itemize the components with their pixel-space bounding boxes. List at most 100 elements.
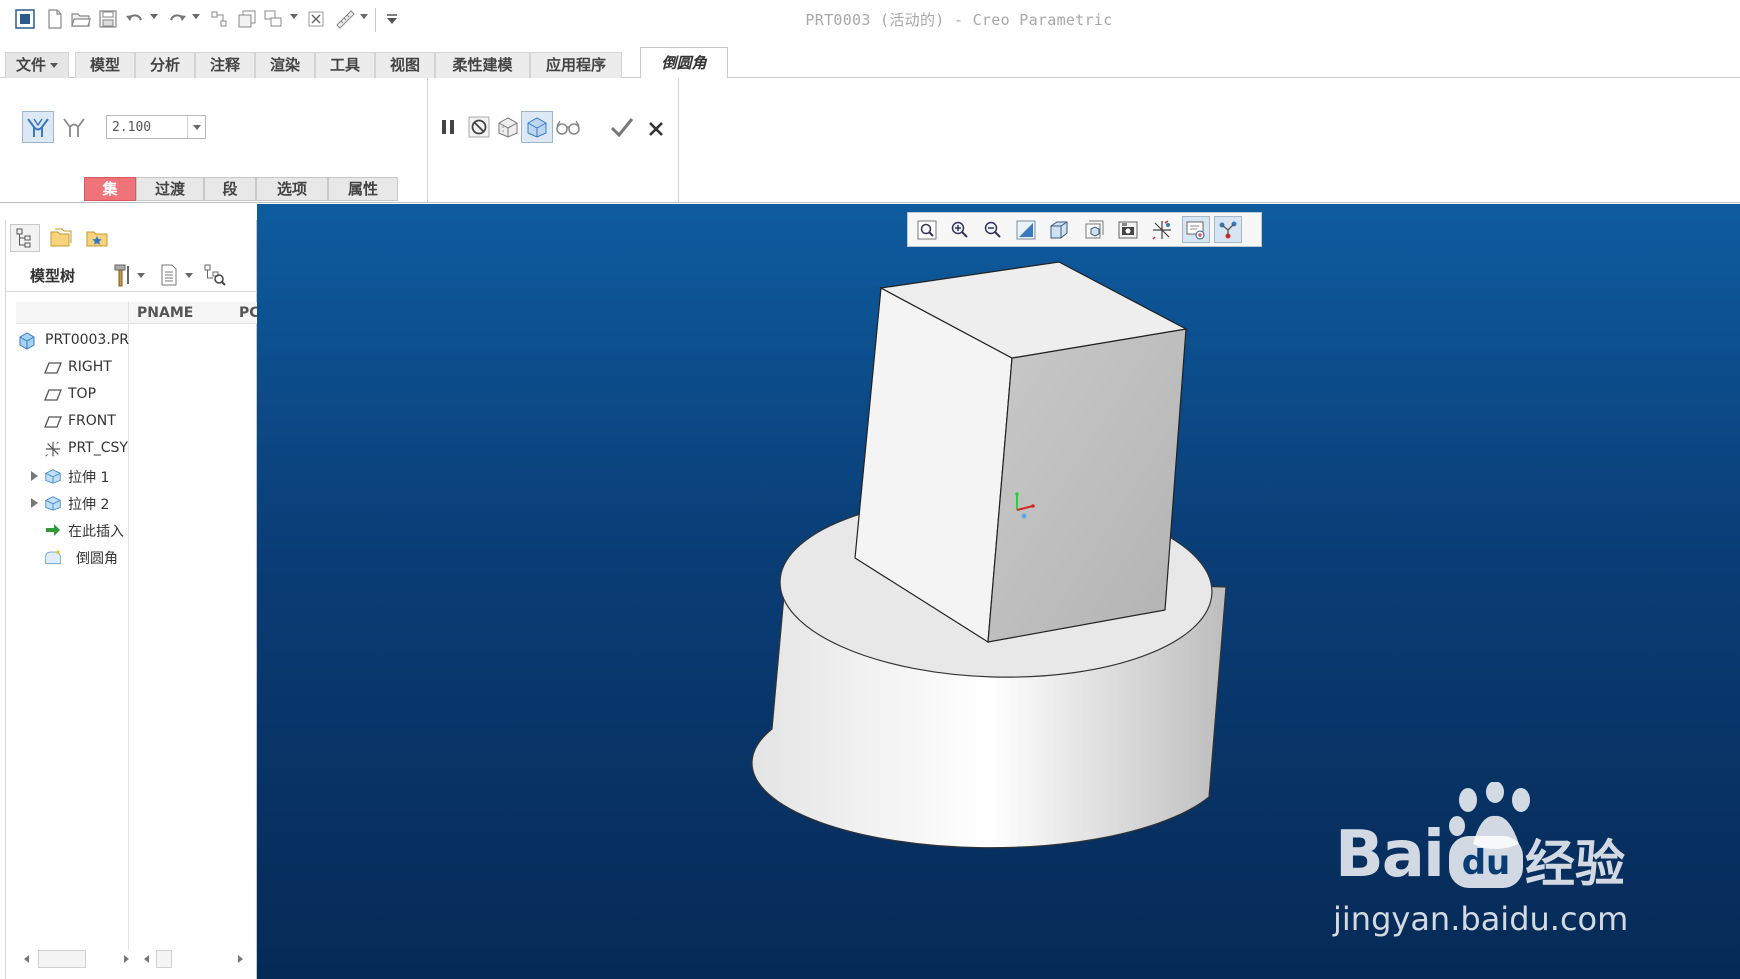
repaint-icon[interactable] bbox=[1012, 216, 1040, 243]
pause-icon[interactable] bbox=[432, 111, 464, 143]
tab-file[interactable]: 文件 bbox=[5, 52, 69, 78]
baidu-jingyan-watermark: Bai du 经验 jingyan.baidu.com bbox=[1325, 782, 1685, 942]
settings-hammer-icon[interactable] bbox=[110, 263, 136, 287]
datum-plane-icon bbox=[44, 413, 62, 431]
spin-center-icon[interactable] bbox=[1182, 216, 1210, 243]
tree-item-label: 拉伸 1 bbox=[68, 470, 110, 486]
glasses-preview-icon[interactable] bbox=[552, 111, 584, 143]
datum-display-filters-icon[interactable] bbox=[1148, 216, 1176, 243]
tab-tools[interactable]: 工具 bbox=[315, 52, 375, 78]
creo-app-window: PRT0003 (活动的) - Creo Parametric 文件 模型 分析… bbox=[0, 0, 1740, 979]
tree-item-label: RIGHT bbox=[68, 359, 112, 375]
tree-item-part[interactable]: PRT0003.PR bbox=[16, 327, 134, 355]
model-tree-toolbar: 模型树 bbox=[6, 258, 258, 292]
tab-view[interactable]: 视图 bbox=[375, 52, 435, 78]
scroll-left-icon[interactable] bbox=[18, 950, 34, 968]
tab-model[interactable]: 模型 bbox=[75, 52, 135, 78]
subtab-properties[interactable]: 属性 bbox=[328, 177, 398, 201]
window-title: PRT0003 (活动的) - Creo Parametric bbox=[805, 11, 1113, 29]
tab-flexible-modeling[interactable]: 柔性建模 bbox=[435, 52, 530, 78]
tree-item-front[interactable]: FRONT bbox=[16, 408, 134, 436]
display-style-icon[interactable] bbox=[1045, 216, 1073, 243]
tab-round[interactable]: 倒圆角 bbox=[640, 47, 728, 79]
zoom-in-icon[interactable] bbox=[946, 216, 974, 243]
constant-round-icon[interactable] bbox=[22, 111, 54, 143]
datum-plane-icon bbox=[44, 359, 62, 377]
watermark-brand-text: Bai bbox=[1335, 818, 1445, 892]
tab-applications[interactable]: 应用程序 bbox=[530, 52, 622, 78]
scroll-right-icon[interactable] bbox=[118, 950, 134, 968]
expand-arrow-icon[interactable] bbox=[31, 471, 38, 481]
view-toolbar bbox=[907, 212, 1262, 247]
saved-orientations-icon[interactable] bbox=[1080, 216, 1108, 243]
tree-item-round[interactable]: 倒圆角 bbox=[16, 543, 134, 571]
tree-item-label: PRT_CSY bbox=[68, 440, 128, 456]
column-pname[interactable]: PNAME bbox=[137, 305, 193, 321]
tree-item-label: 倒圆角 bbox=[76, 551, 118, 567]
subtab-transitions[interactable]: 过渡 bbox=[136, 177, 204, 201]
coordinate-system-icon bbox=[44, 440, 62, 458]
zoom-out-icon[interactable] bbox=[979, 216, 1007, 243]
separate-preview-icon[interactable] bbox=[492, 111, 524, 143]
chevron-down-icon[interactable] bbox=[187, 116, 205, 138]
round-tool-ribbon: 集 过渡 段 选项 属性 bbox=[0, 78, 1740, 203]
no-preview-icon[interactable] bbox=[463, 111, 495, 143]
tree-item-label: FRONT bbox=[68, 413, 116, 429]
tree-item-insert-here[interactable]: 在此插入 bbox=[16, 516, 134, 544]
du-paw-icon: du bbox=[1447, 834, 1525, 890]
round-feature-icon bbox=[44, 548, 62, 566]
favorites-tab-icon[interactable] bbox=[82, 224, 112, 252]
tree-filter-search-icon[interactable] bbox=[202, 263, 228, 287]
tab-annotate[interactable]: 注释 bbox=[195, 52, 255, 78]
tab-file-label: 文件 bbox=[15, 56, 46, 74]
scrollbar-thumb[interactable] bbox=[156, 950, 172, 968]
cancel-close-icon[interactable] bbox=[640, 113, 672, 145]
tree-item-csys[interactable]: PRT_CSY bbox=[16, 435, 134, 463]
show-dropdown-icon[interactable] bbox=[185, 273, 193, 278]
navigator-panel: 模型树 PNAME PC PRT0003.PR RIGHT TOP FRONT … bbox=[5, 220, 258, 979]
refit-icon[interactable] bbox=[913, 216, 941, 243]
tree-item-top[interactable]: TOP bbox=[16, 381, 134, 409]
scroll-right-icon[interactable] bbox=[232, 950, 248, 968]
watermark-url: jingyan.baidu.com bbox=[1333, 900, 1629, 938]
tree-item-label: 拉伸 2 bbox=[68, 497, 110, 513]
ok-check-icon[interactable] bbox=[606, 111, 638, 143]
settings-dropdown-icon[interactable] bbox=[137, 273, 145, 278]
tab-analysis[interactable]: 分析 bbox=[135, 52, 195, 78]
show-list-icon[interactable] bbox=[156, 263, 182, 287]
annotation-display-icon[interactable] bbox=[1214, 216, 1242, 243]
extrude-icon bbox=[44, 494, 62, 512]
insert-here-arrow-icon bbox=[44, 521, 62, 539]
tree-horizontal-scrollbar[interactable] bbox=[16, 950, 250, 968]
subtab-pieces[interactable]: 段 bbox=[204, 177, 256, 201]
model-tree-title: 模型树 bbox=[30, 267, 76, 285]
ribbon-separator bbox=[427, 78, 428, 202]
scroll-left-icon[interactable] bbox=[138, 950, 154, 968]
svg-text:du: du bbox=[1462, 843, 1511, 883]
full-round-icon[interactable] bbox=[58, 111, 90, 143]
tree-item-extrude-1[interactable]: 拉伸 1 bbox=[16, 462, 134, 490]
title-bar: PRT0003 (活动的) - Creo Parametric bbox=[0, 0, 1740, 40]
tree-item-extrude-2[interactable]: 拉伸 2 bbox=[16, 489, 134, 517]
box-right-face[interactable] bbox=[987, 328, 1187, 643]
ribbon-tab-bar: 文件 模型 分析 注释 渲染 工具 视图 柔性建模 应用程序 倒圆角 bbox=[0, 47, 1740, 79]
subtab-sets[interactable]: 集 bbox=[84, 177, 136, 201]
scrollbar-thumb[interactable] bbox=[38, 950, 86, 968]
tab-render[interactable]: 渲染 bbox=[255, 52, 315, 78]
column-pc[interactable]: PC bbox=[239, 305, 258, 321]
radius-combobox[interactable] bbox=[106, 115, 206, 139]
expand-arrow-icon[interactable] bbox=[31, 498, 38, 508]
part-icon bbox=[18, 332, 36, 350]
model-tree-tab-icon[interactable] bbox=[10, 224, 40, 252]
radius-input[interactable] bbox=[107, 116, 187, 138]
chevron-down-icon bbox=[50, 63, 58, 68]
folder-browser-tab-icon[interactable] bbox=[46, 224, 76, 252]
tree-item-label: PRT0003.PR bbox=[45, 332, 129, 348]
tree-item-label: TOP bbox=[68, 386, 97, 402]
view-manager-icon[interactable] bbox=[1114, 216, 1142, 243]
verify-preview-icon[interactable] bbox=[521, 111, 553, 143]
tree-item-right[interactable]: RIGHT bbox=[16, 354, 134, 382]
subtab-options[interactable]: 选项 bbox=[256, 177, 328, 201]
watermark-jingyan-text: 经验 bbox=[1525, 835, 1625, 893]
navigator-tabs bbox=[6, 220, 258, 256]
